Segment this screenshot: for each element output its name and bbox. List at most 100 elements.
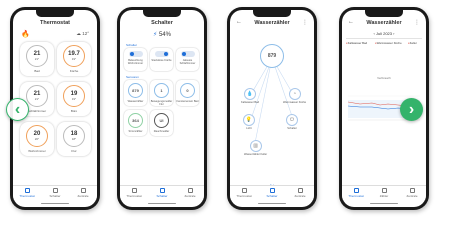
room-label: Flur [71, 149, 77, 153]
tile-label: Jalousie Schlafzimmer [179, 59, 196, 66]
tab-label: Zähler [379, 194, 389, 198]
lightbulb-icon: 💡 [243, 114, 255, 126]
hub-icon [297, 188, 303, 193]
previous-arrow-button[interactable]: ‹ [6, 98, 29, 121]
device-node[interactable]: 💧 Kaltwasser Bad [241, 88, 259, 104]
tab-thermostat[interactable]: Thermostat [122, 188, 146, 198]
sensor-value: 364 [128, 113, 143, 128]
sensor-value: 0 [180, 83, 195, 98]
device-node[interactable]: ◔ Warmwasser Küche [283, 88, 306, 104]
droplet-icon: 💧 [244, 88, 257, 100]
filter-chip[interactable]: Kaltwasser Bad [346, 41, 367, 45]
tab-thermostat[interactable]: Thermostat [344, 188, 368, 198]
sensor-tile[interactable]: 0 Fenstersensor Bad [176, 80, 199, 106]
thermostat-icon [24, 188, 30, 193]
outdoor-temperature: ☁ 12° [76, 31, 89, 36]
phone-switches: Schalter ⚡ 54% Schalter Beleuchtung Wohn… [117, 7, 207, 210]
section-label: Sensoren [126, 75, 139, 79]
tab-label: Schalter [266, 194, 278, 198]
tab-switches[interactable]: Schalter [43, 188, 67, 198]
tab-hub[interactable]: Zentrale [400, 188, 424, 198]
switch-tile[interactable]: Beleuchtung Wohnzimmer [124, 48, 147, 71]
thermostat-card[interactable]: 19.7 19° Küche [57, 42, 91, 76]
notch [36, 10, 74, 17]
tile-label: Wasserzähler [127, 100, 144, 103]
toggle[interactable] [154, 51, 169, 57]
power-icon: ⏻ [286, 114, 298, 126]
tab-hub[interactable]: Zentrale [71, 188, 95, 198]
temperature-ring: 18 18° [63, 125, 85, 147]
tab-label: Thermostat [19, 194, 35, 198]
sensor-tile[interactable]: 364 Stromzähler [124, 110, 147, 136]
tab-label: Thermostat [348, 194, 364, 198]
target-value: 18° [71, 137, 77, 141]
bolt-icon: ⚡ [153, 32, 158, 38]
more-icon[interactable]: ⋮ [414, 19, 420, 26]
target-value: 21° [34, 57, 40, 61]
filter-chip[interactable]: Keller [408, 41, 417, 45]
room-label: Schlafzimmer [27, 109, 47, 113]
meter-value: 879 [267, 53, 277, 59]
thermostat-card[interactable]: 18 18° Flur [57, 122, 91, 156]
thermostat-icon [131, 188, 137, 193]
tab-thermostat[interactable]: Thermostat [232, 188, 256, 198]
home-indicator [370, 202, 398, 204]
meter-icon [381, 188, 387, 193]
tab-bar: Thermostat Schalter Zentrale [120, 185, 204, 200]
home-indicator [41, 202, 69, 204]
date-selector[interactable]: ‹ Juli 2023 › [342, 31, 426, 36]
tile-label: Bewegungsmelder Flur [150, 99, 173, 106]
tab-bar: Thermostat Schalter Zentrale [13, 185, 97, 200]
tab-meters[interactable]: Zähler [372, 188, 396, 198]
switch-tile[interactable]: Jalousie Schlafzimmer [176, 48, 199, 71]
thermostat-card[interactable]: 19 19° Büro [57, 82, 91, 116]
gauge-icon: ◔ [288, 88, 301, 100]
tab-label: Thermostat [126, 194, 142, 198]
tab-label: Schalter [156, 194, 168, 198]
toggle[interactable] [180, 51, 195, 57]
hub-icon [409, 188, 415, 193]
hub-icon [187, 188, 193, 193]
home-indicator [148, 202, 176, 204]
toggle[interactable] [128, 51, 143, 57]
section-label: Schalter [126, 43, 138, 47]
device-node[interactable]: ▥ Wasserzähler Keller [244, 140, 267, 156]
thermostat-card[interactable]: 21 21° Bad [20, 42, 54, 76]
tile-label: Steckdose Küche [151, 59, 172, 62]
tab-label: Zentrale [184, 194, 196, 198]
tab-bar: Thermostat Schalter Zentrale [230, 185, 314, 200]
chevron-left-icon: ‹ [14, 100, 21, 118]
target-value: 19° [71, 57, 77, 61]
sensor-tile[interactable]: 1 Bewegungsmelder Flur [150, 80, 173, 106]
node-label: Wasserzähler Keller [244, 153, 268, 156]
target-value: 21° [34, 97, 40, 101]
switch-tile[interactable]: Steckdose Küche [150, 48, 173, 71]
tile-label: Rauchmelder [153, 130, 170, 133]
tab-hub[interactable]: Zentrale [178, 188, 202, 198]
page-title: Schalter [151, 20, 173, 26]
node-label: Schalter [287, 127, 297, 130]
notch [253, 10, 291, 17]
room-label: Küche [69, 69, 79, 73]
tab-switches[interactable]: Schalter [150, 188, 174, 198]
tab-label: Schalter [49, 194, 61, 198]
switch-icon [269, 188, 275, 193]
sensor-tile[interactable]: UI Rauchmelder [150, 110, 173, 136]
temperature-ring: 21 21° [26, 45, 48, 67]
screen-water-meter: ← Wasserzähler ⋮ 879 💧 Kaltwasser Bad ◔ Wa… [230, 10, 314, 207]
chart-title: Verbrauch [377, 76, 391, 80]
sensor-tile[interactable]: 879 Wasserzähler [124, 80, 147, 106]
notch [365, 10, 403, 17]
device-node[interactable]: ⏻ Schalter [286, 114, 298, 130]
thermostat-card[interactable]: 20 20° Wohnzimmer [20, 122, 54, 156]
tab-thermostat[interactable]: Thermostat [15, 188, 39, 198]
tab-label: Zentrale [406, 194, 418, 198]
filter-chip[interactable]: Warmwasser Küche [375, 41, 402, 45]
meter-icon: ▥ [249, 140, 262, 152]
notch [143, 10, 181, 17]
meter-circle[interactable]: 879 [260, 44, 284, 68]
tab-hub[interactable]: Zentrale [288, 188, 312, 198]
device-node[interactable]: 💡 Licht [243, 114, 255, 130]
tab-switches[interactable]: Schalter [260, 188, 284, 198]
next-arrow-button[interactable]: › [400, 98, 423, 121]
